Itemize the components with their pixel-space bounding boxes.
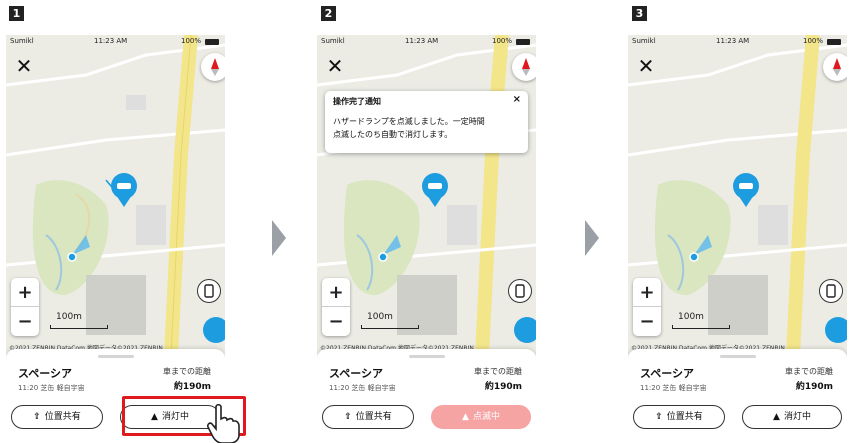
zoom-control: + − bbox=[322, 278, 350, 336]
step-badge-2: 2 bbox=[321, 6, 336, 21]
distance-value: 約190m bbox=[173, 382, 211, 392]
status-bar: Sumikl 11:23 AM 100% bbox=[6, 35, 225, 48]
distance-value: 約190m bbox=[795, 382, 833, 392]
car-location-button[interactable] bbox=[825, 317, 847, 343]
compass-icon[interactable] bbox=[512, 53, 536, 81]
share-location-button[interactable]: ⇪ 位置共有 bbox=[11, 405, 103, 429]
notice-body: ハザードランプを点滅しました。一定時間 点滅したのち自動で消灯します。 bbox=[333, 115, 520, 141]
hazard-light-button[interactable]: ▲ 消灯中 bbox=[742, 405, 842, 429]
map-scale-bar bbox=[361, 325, 419, 329]
clock-label: 11:23 AM bbox=[94, 37, 128, 45]
distance-label: 車までの距離 bbox=[474, 367, 522, 376]
hazard-icon: ▲ bbox=[462, 412, 469, 422]
share-label: 位置共有 bbox=[355, 412, 392, 422]
car-location-button[interactable] bbox=[514, 317, 536, 343]
vehicle-name: スペーシア bbox=[640, 367, 695, 380]
phone-icon[interactable] bbox=[197, 279, 221, 303]
zoom-control: + − bbox=[633, 278, 661, 336]
battery-icon bbox=[516, 39, 530, 45]
clock-label: 11:23 AM bbox=[405, 37, 439, 45]
hazard-light-button[interactable]: ▲ 点滅中 bbox=[431, 405, 531, 429]
phone-screen-2: Sumikl 11:23 AM 100% ✕ 操作完了通知 × ハザードランプを… bbox=[317, 35, 536, 443]
next-arrow-icon bbox=[585, 220, 599, 256]
next-arrow-icon bbox=[272, 220, 286, 256]
battery-label: 100% bbox=[491, 37, 512, 45]
distance-value: 約190m bbox=[484, 382, 522, 392]
step-badge-3: 3 bbox=[632, 6, 647, 21]
close-icon[interactable]: ✕ bbox=[636, 56, 656, 76]
vehicle-subtitle: 11:20 芝缶 軽自宇宙 bbox=[18, 384, 85, 392]
zoom-in-button[interactable]: + bbox=[11, 278, 39, 307]
status-bar: Sumikl 11:23 AM 100% bbox=[317, 35, 536, 48]
vehicle-subtitle: 11:20 芝缶 軽自宇宙 bbox=[640, 384, 707, 392]
pointing-hand-icon bbox=[207, 403, 240, 443]
map-scale-label: 100m bbox=[56, 312, 82, 322]
sheet-handle[interactable] bbox=[98, 355, 134, 358]
close-icon[interactable]: ✕ bbox=[325, 56, 345, 76]
sheet-handle[interactable] bbox=[409, 355, 445, 358]
share-icon: ⇪ bbox=[33, 412, 41, 422]
hazard-light-label: 消灯中 bbox=[783, 412, 811, 422]
step-badge-1: 1 bbox=[9, 6, 24, 21]
vehicle-subtitle: 11:20 芝缶 軽自宇宙 bbox=[329, 384, 396, 392]
share-label: 位置共有 bbox=[44, 412, 81, 422]
zoom-out-button[interactable]: − bbox=[322, 307, 350, 336]
compass-icon[interactable] bbox=[823, 53, 847, 81]
clock-label: 11:23 AM bbox=[716, 37, 750, 45]
phone-screen-3: Sumikl 11:23 AM 100% ✕ + − 100m ©2021 ZE… bbox=[628, 35, 847, 443]
battery-label: 100% bbox=[180, 37, 201, 45]
share-location-button[interactable]: ⇪ 位置共有 bbox=[633, 405, 725, 429]
vehicle-name: スペーシア bbox=[329, 367, 384, 380]
zoom-in-button[interactable]: + bbox=[322, 278, 350, 307]
hazard-icon: ▲ bbox=[773, 412, 780, 422]
status-bar: Sumikl 11:23 AM 100% bbox=[628, 35, 847, 48]
map-scale-bar bbox=[672, 325, 730, 329]
map-scale-bar bbox=[50, 325, 108, 329]
vehicle-name: スペーシア bbox=[18, 367, 73, 380]
notice-title: 操作完了通知 bbox=[333, 97, 381, 106]
phone-icon[interactable] bbox=[508, 279, 532, 303]
phone-screen-1: Sumikl 11:23 AM 100% ✕ + − 100m ©2021 ZE… bbox=[6, 35, 225, 443]
share-label: 位置共有 bbox=[666, 412, 703, 422]
notice-close-icon[interactable]: × bbox=[513, 94, 521, 105]
close-icon[interactable]: ✕ bbox=[14, 56, 34, 76]
notice-line-2: 点滅したのち自動で消灯します。 bbox=[333, 130, 453, 139]
phone-icon[interactable] bbox=[819, 279, 843, 303]
map-scale-label: 100m bbox=[367, 312, 393, 322]
battery-icon bbox=[205, 39, 219, 45]
car-location-button[interactable] bbox=[203, 317, 225, 343]
zoom-out-button[interactable]: − bbox=[11, 307, 39, 336]
zoom-control: + − bbox=[11, 278, 39, 336]
carrier-label: Sumikl bbox=[321, 37, 345, 45]
hazard-light-label: 点滅中 bbox=[472, 412, 500, 422]
vehicle-sheet: スペーシア 11:20 芝缶 軽自宇宙 車までの距離 約190m ⇪ 位置共有 ▲… bbox=[628, 349, 847, 443]
distance-label: 車までの距離 bbox=[785, 367, 833, 376]
share-icon: ⇪ bbox=[655, 412, 663, 422]
distance-label: 車までの距離 bbox=[163, 367, 211, 376]
completion-notice: 操作完了通知 × ハザードランプを点滅しました。一定時間 点滅したのち自動で消灯… bbox=[325, 91, 528, 153]
carrier-label: Sumikl bbox=[632, 37, 656, 45]
zoom-in-button[interactable]: + bbox=[633, 278, 661, 307]
sheet-handle[interactable] bbox=[720, 355, 756, 358]
vehicle-sheet: スペーシア 11:20 芝缶 軽自宇宙 車までの距離 約190m ⇪ 位置共有 ▲… bbox=[317, 349, 536, 443]
battery-label: 100% bbox=[802, 37, 823, 45]
compass-icon[interactable] bbox=[201, 53, 225, 81]
map-scale-label: 100m bbox=[678, 312, 704, 322]
battery-icon bbox=[827, 39, 841, 45]
share-icon: ⇪ bbox=[344, 412, 352, 422]
notice-line-1: ハザードランプを点滅しました。一定時間 bbox=[333, 117, 485, 126]
share-location-button[interactable]: ⇪ 位置共有 bbox=[322, 405, 414, 429]
carrier-label: Sumikl bbox=[10, 37, 34, 45]
zoom-out-button[interactable]: − bbox=[633, 307, 661, 336]
